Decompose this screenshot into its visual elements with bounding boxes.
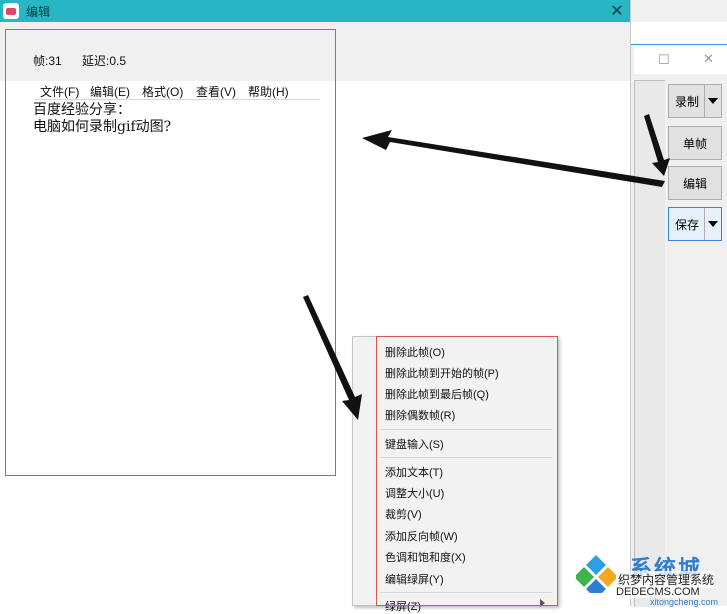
window-title: 编辑: [26, 5, 51, 19]
single-frame-button[interactable]: 单帧: [668, 126, 722, 160]
record-button[interactable]: 录制: [668, 84, 722, 118]
title-bar: [0, 0, 630, 22]
single-frame-button-label: 单帧: [682, 136, 707, 151]
background-window-panel: [634, 80, 665, 607]
save-button-label: 保存: [674, 217, 699, 232]
close-icon[interactable]: ✕: [604, 0, 630, 22]
watermark-logo-icon: [576, 555, 616, 593]
close-icon[interactable]: ✕: [703, 51, 714, 67]
context-menu-highlight: [376, 336, 558, 606]
record-button-label: 录制: [674, 94, 699, 109]
chevron-down-icon[interactable]: [704, 208, 721, 240]
save-button[interactable]: 保存: [668, 207, 722, 241]
chevron-down-icon[interactable]: [704, 85, 721, 117]
edit-button-label: 编辑: [682, 176, 707, 191]
app-icon: [3, 3, 19, 19]
background-window-strip: [628, 22, 727, 45]
minimize-icon[interactable]: ☐: [658, 52, 670, 68]
frame-preview-highlight: [5, 29, 336, 476]
background-window-titlebar: ☐ ✕: [634, 46, 727, 74]
edit-button[interactable]: 编辑: [668, 166, 722, 200]
